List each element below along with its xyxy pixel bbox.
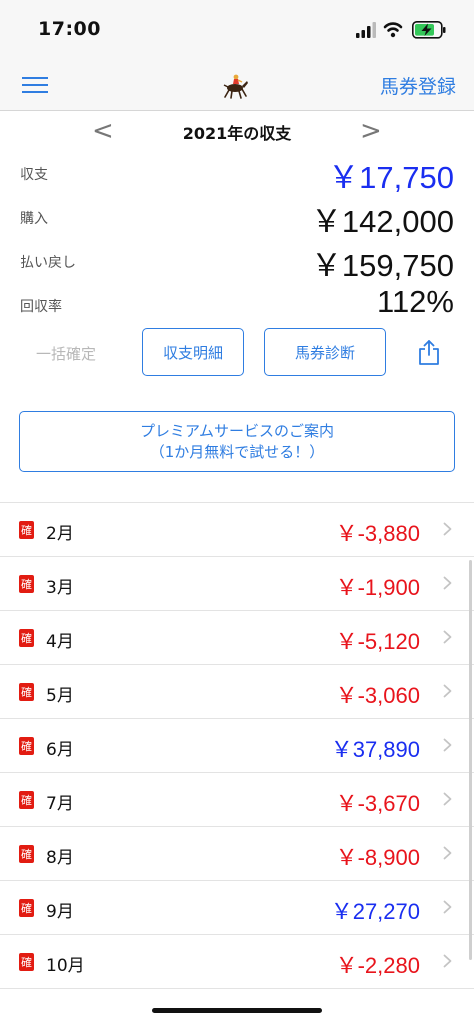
hamburger-menu-icon[interactable] xyxy=(22,75,48,95)
month-amount: ￥-3,670 xyxy=(335,791,420,816)
month-row[interactable]: 確 3月 ￥-1,900 xyxy=(0,557,474,611)
month-amount: ￥-3,880 xyxy=(335,521,420,546)
premium-service-button[interactable]: プレミアムサービスのご案内 （1か月無料で試せる！） xyxy=(19,411,455,472)
month-label: 9月 xyxy=(46,902,74,922)
summary-value: ￥17,750 xyxy=(328,160,454,195)
chevron-right-icon xyxy=(443,522,452,536)
confirmed-badge: 確 xyxy=(19,629,34,647)
month-row[interactable]: 確 8月 ￥-8,900 xyxy=(0,827,474,881)
month-amount: ￥-8,900 xyxy=(335,845,420,870)
summary-label: 購入 xyxy=(20,211,48,227)
chevron-right-icon xyxy=(443,576,452,590)
year-title: 2021年の収支 xyxy=(182,124,292,143)
monthly-list: 確 2月 ￥-3,880 確 3月 ￥-1,900 確 4月 ￥-5,120 確 5月 ￥-3,060… xyxy=(0,502,474,989)
month-row[interactable]: 確 4月 ￥-5,120 xyxy=(0,611,474,665)
income-detail-button[interactable]: 収支明細 xyxy=(142,328,244,376)
confirmed-badge: 確 xyxy=(19,521,34,539)
confirmed-badge: 確 xyxy=(19,791,34,809)
summary-payout: 払い戻し ￥159,750 xyxy=(0,240,474,284)
month-label: 4月 xyxy=(46,632,74,652)
month-row[interactable]: 確 2月 ￥-3,880 xyxy=(0,503,474,557)
chevron-right-icon xyxy=(443,954,452,968)
chevron-right-icon xyxy=(443,900,452,914)
register-ticket-button[interactable]: 馬券登録 xyxy=(380,72,456,99)
summary-value: ￥142,000 xyxy=(310,204,454,239)
premium-line-2: （1か月無料で試せる！） xyxy=(149,443,325,461)
chevron-right-icon xyxy=(443,630,452,644)
chevron-right-icon xyxy=(443,792,452,806)
month-label: 10月 xyxy=(46,956,85,976)
status-bar: 17:00 xyxy=(0,0,474,60)
month-label: 6月 xyxy=(46,740,74,760)
month-label: 2月 xyxy=(46,524,74,544)
year-selector: < 2021年の収支 > xyxy=(0,114,474,148)
month-row[interactable]: 確 10月 ￥-2,280 xyxy=(0,935,474,989)
summary-balance: 収支 ￥17,750 xyxy=(0,152,474,196)
summary-label: 回収率 xyxy=(20,299,62,315)
chevron-right-icon xyxy=(443,684,452,698)
share-icon[interactable] xyxy=(418,340,440,366)
action-row: 一括確定 収支明細 馬券診断 xyxy=(0,328,474,378)
summary-recovery-rate: 回収率 112% xyxy=(0,284,474,328)
status-icons xyxy=(356,21,446,39)
navigation-bar: 馬券登録 xyxy=(0,60,474,111)
premium-line-1: プレミアムサービスのご案内 xyxy=(140,422,334,440)
month-amount: ￥-1,900 xyxy=(335,575,420,600)
confirmed-badge: 確 xyxy=(19,575,34,593)
confirmed-badge: 確 xyxy=(19,899,34,917)
battery-charging-icon xyxy=(412,21,446,39)
month-row[interactable]: 確 9月 ￥27,270 xyxy=(0,881,474,935)
chevron-right-icon xyxy=(443,738,452,752)
confirmed-badge: 確 xyxy=(19,953,34,971)
month-amount: ￥27,270 xyxy=(330,899,420,924)
confirmed-badge: 確 xyxy=(19,737,34,755)
summary-purchase: 購入 ￥142,000 xyxy=(0,196,474,240)
month-row[interactable]: 確 7月 ￥-3,670 xyxy=(0,773,474,827)
month-amount: ￥-5,120 xyxy=(335,629,420,654)
confirmed-badge: 確 xyxy=(19,683,34,701)
month-label: 5月 xyxy=(46,686,74,706)
ticket-diagnosis-button[interactable]: 馬券診断 xyxy=(264,328,386,376)
wifi-icon xyxy=(383,22,403,38)
month-amount: ￥37,890 xyxy=(330,737,420,762)
summary-value: 112% xyxy=(377,284,454,319)
jockey-horse-icon xyxy=(223,74,248,99)
month-label: 3月 xyxy=(46,578,74,598)
month-row[interactable]: 確 6月 ￥37,890 xyxy=(0,719,474,773)
summary-label: 収支 xyxy=(20,167,48,183)
month-row[interactable]: 確 5月 ￥-3,060 xyxy=(0,665,474,719)
scrollbar[interactable] xyxy=(469,560,472,960)
summary-value: ￥159,750 xyxy=(310,248,454,283)
month-label: 7月 xyxy=(46,794,74,814)
next-year-button[interactable]: > xyxy=(360,116,382,146)
status-time: 17:00 xyxy=(38,18,101,40)
confirmed-badge: 確 xyxy=(19,845,34,863)
confirm-all-button[interactable]: 一括確定 xyxy=(36,343,96,364)
home-indicator[interactable] xyxy=(152,1008,322,1013)
month-amount: ￥-3,060 xyxy=(335,683,420,708)
chevron-right-icon xyxy=(443,846,452,860)
month-amount: ￥-2,280 xyxy=(335,953,420,978)
signal-icon xyxy=(356,22,376,38)
summary-label: 払い戻し xyxy=(20,255,76,271)
month-label: 8月 xyxy=(46,848,74,868)
